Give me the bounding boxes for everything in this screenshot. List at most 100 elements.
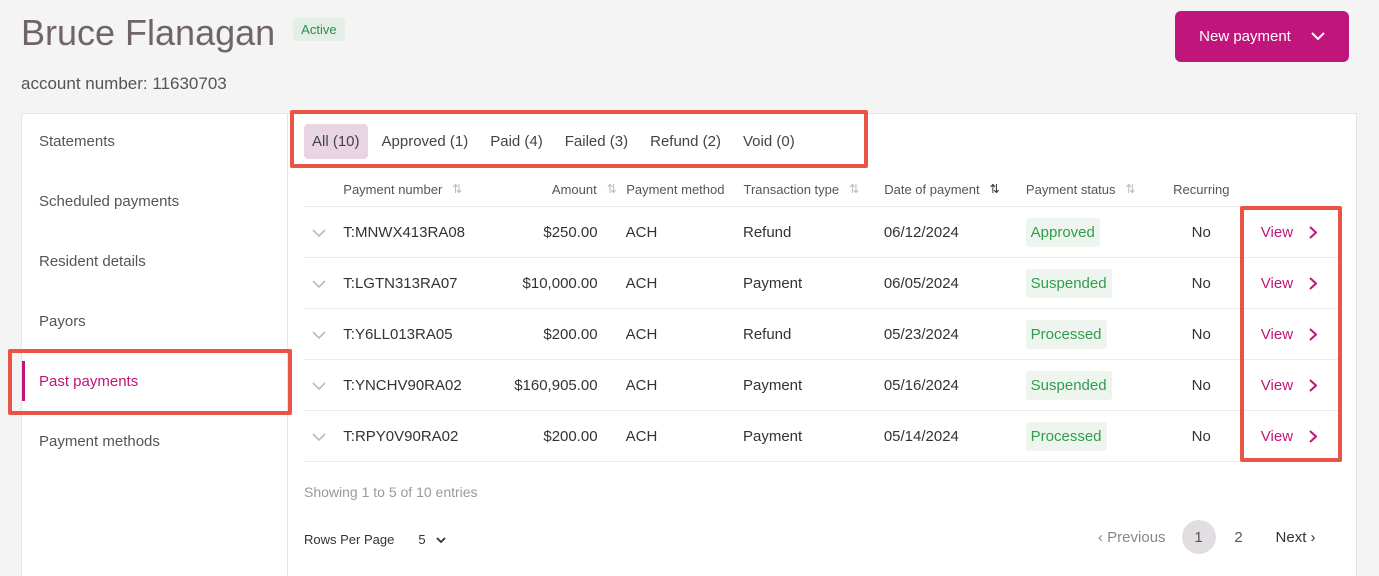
header-label: Amount (551, 181, 597, 197)
status-badge: Processed (1025, 319, 1107, 349)
payment-number: T:YNCHV90RA02 (343, 376, 462, 394)
transaction-type: Payment (742, 274, 803, 292)
view-link[interactable]: View (1261, 275, 1293, 292)
header-date-of-payment[interactable]: Date of payment ⇅ (884, 182, 1026, 197)
sort-icon[interactable]: ⇅ (452, 182, 462, 196)
view-action[interactable]: View (1243, 275, 1341, 292)
date-of-payment: 05/16/2024 (883, 376, 959, 394)
tab-void[interactable]: Void (0) (735, 124, 803, 159)
sidebar: Statements Scheduled payments Resident d… (21, 113, 288, 576)
chevron-down-icon[interactable] (304, 326, 343, 343)
page-title: Bruce Flanagan (21, 12, 276, 53)
view-link[interactable]: View (1261, 326, 1293, 343)
payment-number: T:RPY0V90RA02 (343, 427, 459, 445)
payment-status: Approved (1025, 217, 1160, 247)
sidebar-item-payors[interactable]: Payors (22, 291, 287, 351)
view-action[interactable]: View (1243, 326, 1341, 343)
view-action[interactable]: View (1243, 377, 1341, 394)
transaction-type: Refund (742, 325, 792, 343)
rows-per-page: Rows Per Page 5 (304, 532, 446, 547)
sidebar-item-payment-methods[interactable]: Payment methods (22, 411, 287, 471)
sort-desc-icon[interactable]: ⇅ (990, 182, 1000, 196)
date-of-payment: 05/14/2024 (883, 427, 959, 445)
sort-icon[interactable]: ⇅ (849, 182, 859, 196)
header-label: Payment number (343, 181, 443, 197)
sidebar-item-statements[interactable]: Statements (22, 111, 287, 171)
chevron-down-icon (1311, 32, 1325, 41)
header-transaction-type[interactable]: Transaction type ⇅ (743, 182, 884, 197)
sidebar-item-label: Statements (39, 132, 115, 150)
tab-paid[interactable]: Paid (4) (482, 124, 551, 159)
chevron-down-icon[interactable] (304, 224, 343, 241)
chevron-down-icon (435, 536, 446, 543)
chevron-right-icon[interactable] (1309, 378, 1318, 392)
sort-icon[interactable]: ⇅ (1126, 182, 1136, 196)
table-row: T:LGTN313RA07 $10,000.00 ACH Payment 06/… (304, 258, 1341, 309)
header-recurring: Recurring (1173, 181, 1230, 197)
tab-approved[interactable]: Approved (1) (374, 124, 477, 159)
chevron-right-icon[interactable] (1309, 327, 1318, 341)
payment-status: Processed (1025, 319, 1160, 349)
chevron-down-icon[interactable] (304, 377, 343, 394)
date-of-payment: 06/12/2024 (883, 223, 959, 241)
payment-method: ACH (625, 274, 658, 292)
table-row: T:RPY0V90RA02 $200.00 ACH Payment 05/14/… (304, 411, 1341, 462)
payment-status: Suspended (1025, 370, 1160, 400)
tab-failed[interactable]: Failed (3) (557, 124, 636, 159)
sidebar-item-past-payments[interactable]: Past payments (22, 351, 287, 411)
table-row: T:YNCHV90RA02 $160,905.00 ACH Payment 05… (304, 360, 1341, 411)
view-action[interactable]: View (1243, 428, 1341, 445)
header-payment-method: Payment method (626, 181, 725, 197)
payment-status: Processed (1025, 421, 1160, 451)
chevron-right-icon[interactable] (1309, 225, 1318, 239)
payments-table: Payment number ⇅ Amount ⇅ Payment method… (304, 172, 1341, 462)
view-action[interactable]: View (1243, 224, 1341, 241)
sidebar-item-resident-details[interactable]: Resident details (22, 231, 287, 291)
date-of-payment: 05/23/2024 (883, 325, 959, 343)
chevron-down-icon[interactable] (304, 275, 343, 292)
rows-per-page-select[interactable]: 5 (418, 532, 446, 547)
payment-method: ACH (625, 427, 658, 445)
status-badge: Suspended (1025, 268, 1112, 298)
sidebar-item-label: Payors (39, 312, 86, 330)
sidebar-item-scheduled-payments[interactable]: Scheduled payments (22, 171, 287, 231)
header-payment-status[interactable]: Payment status ⇅ (1026, 182, 1160, 197)
status-badge: Suspended (1025, 370, 1112, 400)
view-link[interactable]: View (1261, 428, 1293, 445)
new-payment-button[interactable]: New payment (1175, 11, 1349, 62)
header-payment-number[interactable]: Payment number ⇅ (343, 182, 488, 197)
amount: $200.00 (543, 325, 598, 343)
view-link[interactable]: View (1261, 224, 1293, 241)
amount: $200.00 (543, 427, 598, 445)
transaction-type: Payment (742, 376, 803, 394)
amount: $160,905.00 (514, 376, 598, 394)
status-tabs: All (10) Approved (1) Paid (4) Failed (3… (304, 124, 809, 159)
table-row: T:Y6LL013RA05 $200.00 ACH Refund 05/23/2… (304, 309, 1341, 360)
transaction-type: Refund (742, 223, 792, 241)
tab-all[interactable]: All (10) (304, 124, 368, 159)
header-label: Date of payment (884, 181, 980, 197)
chevron-right-icon[interactable] (1309, 276, 1318, 290)
sidebar-item-label: Past payments (39, 372, 139, 390)
header-label: Payment status (1025, 181, 1116, 197)
tab-refund[interactable]: Refund (2) (642, 124, 729, 159)
transaction-type: Payment (742, 427, 803, 445)
header-amount[interactable]: Amount ⇅ (488, 182, 626, 197)
previous-page-button[interactable]: ‹ Previous (1098, 529, 1166, 546)
chevron-down-icon[interactable] (304, 428, 343, 445)
chevron-right-icon[interactable] (1309, 429, 1318, 443)
rows-per-page-value: 5 (418, 532, 426, 547)
payment-number: T:LGTN313RA07 (343, 274, 458, 292)
page-2-button[interactable]: 2 (1222, 520, 1256, 554)
main-panel: All (10) Approved (1) Paid (4) Failed (3… (288, 113, 1357, 576)
next-page-button[interactable]: Next › (1276, 529, 1316, 546)
status-badge: Processed (1025, 421, 1107, 451)
recurring: No (1191, 325, 1211, 343)
sort-icon[interactable]: ⇅ (607, 182, 617, 196)
entries-summary: Showing 1 to 5 of 10 entries (304, 484, 478, 500)
table-row: T:MNWX413RA08 $250.00 ACH Refund 06/12/2… (304, 207, 1341, 258)
view-link[interactable]: View (1261, 377, 1293, 394)
pagination: ‹ Previous 1 2 Next › (1098, 520, 1316, 554)
sidebar-item-label: Payment methods (39, 432, 160, 450)
page-1-button[interactable]: 1 (1181, 520, 1216, 554)
